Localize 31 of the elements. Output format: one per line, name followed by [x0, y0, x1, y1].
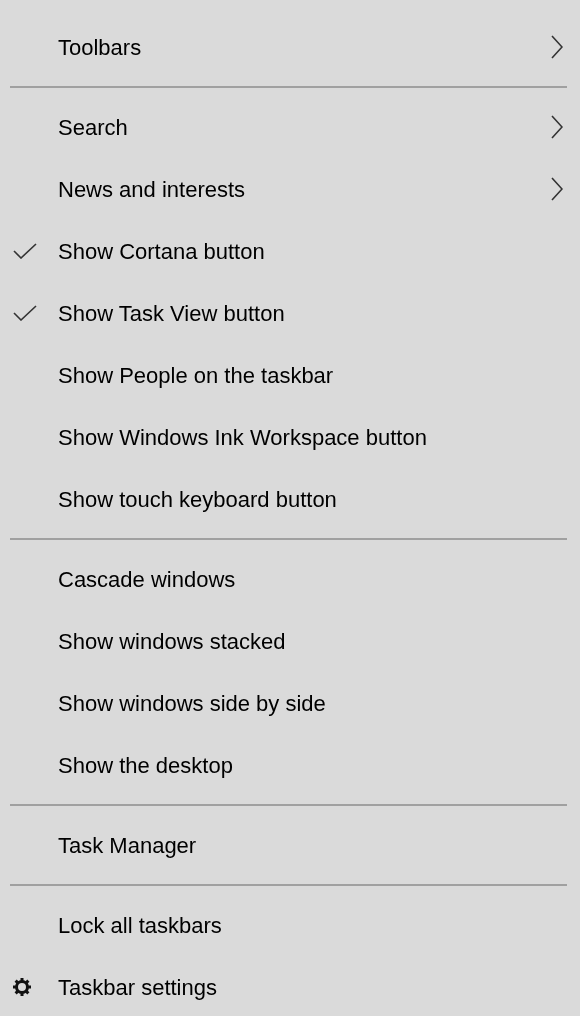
menu-item[interactable]: News and interests: [0, 158, 580, 220]
menu-item-label: Taskbar settings: [58, 973, 217, 1002]
menu-item[interactable]: Show Cortana button: [0, 220, 580, 282]
menu-item[interactable]: Show Windows Ink Workspace button: [0, 406, 580, 468]
menu-item-label: Show windows side by side: [58, 689, 326, 718]
menu-item-label: Show Cortana button: [58, 237, 265, 266]
menu-item[interactable]: Task Manager: [0, 814, 580, 876]
menu-item[interactable]: Show People on the taskbar: [0, 344, 580, 406]
menu-item[interactable]: Search: [0, 96, 580, 158]
menu-item[interactable]: Cascade windows: [0, 548, 580, 610]
menu-item-label: Show People on the taskbar: [58, 361, 334, 390]
menu-item[interactable]: Show Task View button: [0, 282, 580, 344]
menu-item-label: Show Task View button: [58, 299, 285, 328]
menu-item[interactable]: Show windows stacked: [0, 610, 580, 672]
menu-item[interactable]: Show windows side by side: [0, 672, 580, 734]
menu-item[interactable]: Show touch keyboard button: [0, 468, 580, 530]
menu-item-label: Search: [58, 113, 128, 142]
menu-item-label: Cascade windows: [58, 565, 236, 594]
menu-item-label: Lock all taskbars: [58, 911, 222, 940]
menu-item-label: Show the desktop: [58, 751, 233, 780]
settings-icon: [13, 978, 31, 996]
menu-item[interactable]: Show the desktop: [0, 734, 580, 796]
menu-item-label: Show touch keyboard button: [58, 485, 337, 514]
menu-item-label: News and interests: [58, 175, 246, 204]
menu-item-label: Show Windows Ink Workspace button: [58, 423, 427, 452]
menu-item[interactable]: Toolbars: [0, 16, 580, 78]
menu-item-label: Toolbars: [58, 33, 142, 62]
menu-item-label: Show windows stacked: [58, 627, 286, 656]
menu-item-label: Task Manager: [58, 831, 197, 860]
menu-item[interactable]: Lock all taskbars: [0, 894, 580, 956]
menu-item[interactable]: Taskbar settings: [0, 956, 580, 1016]
